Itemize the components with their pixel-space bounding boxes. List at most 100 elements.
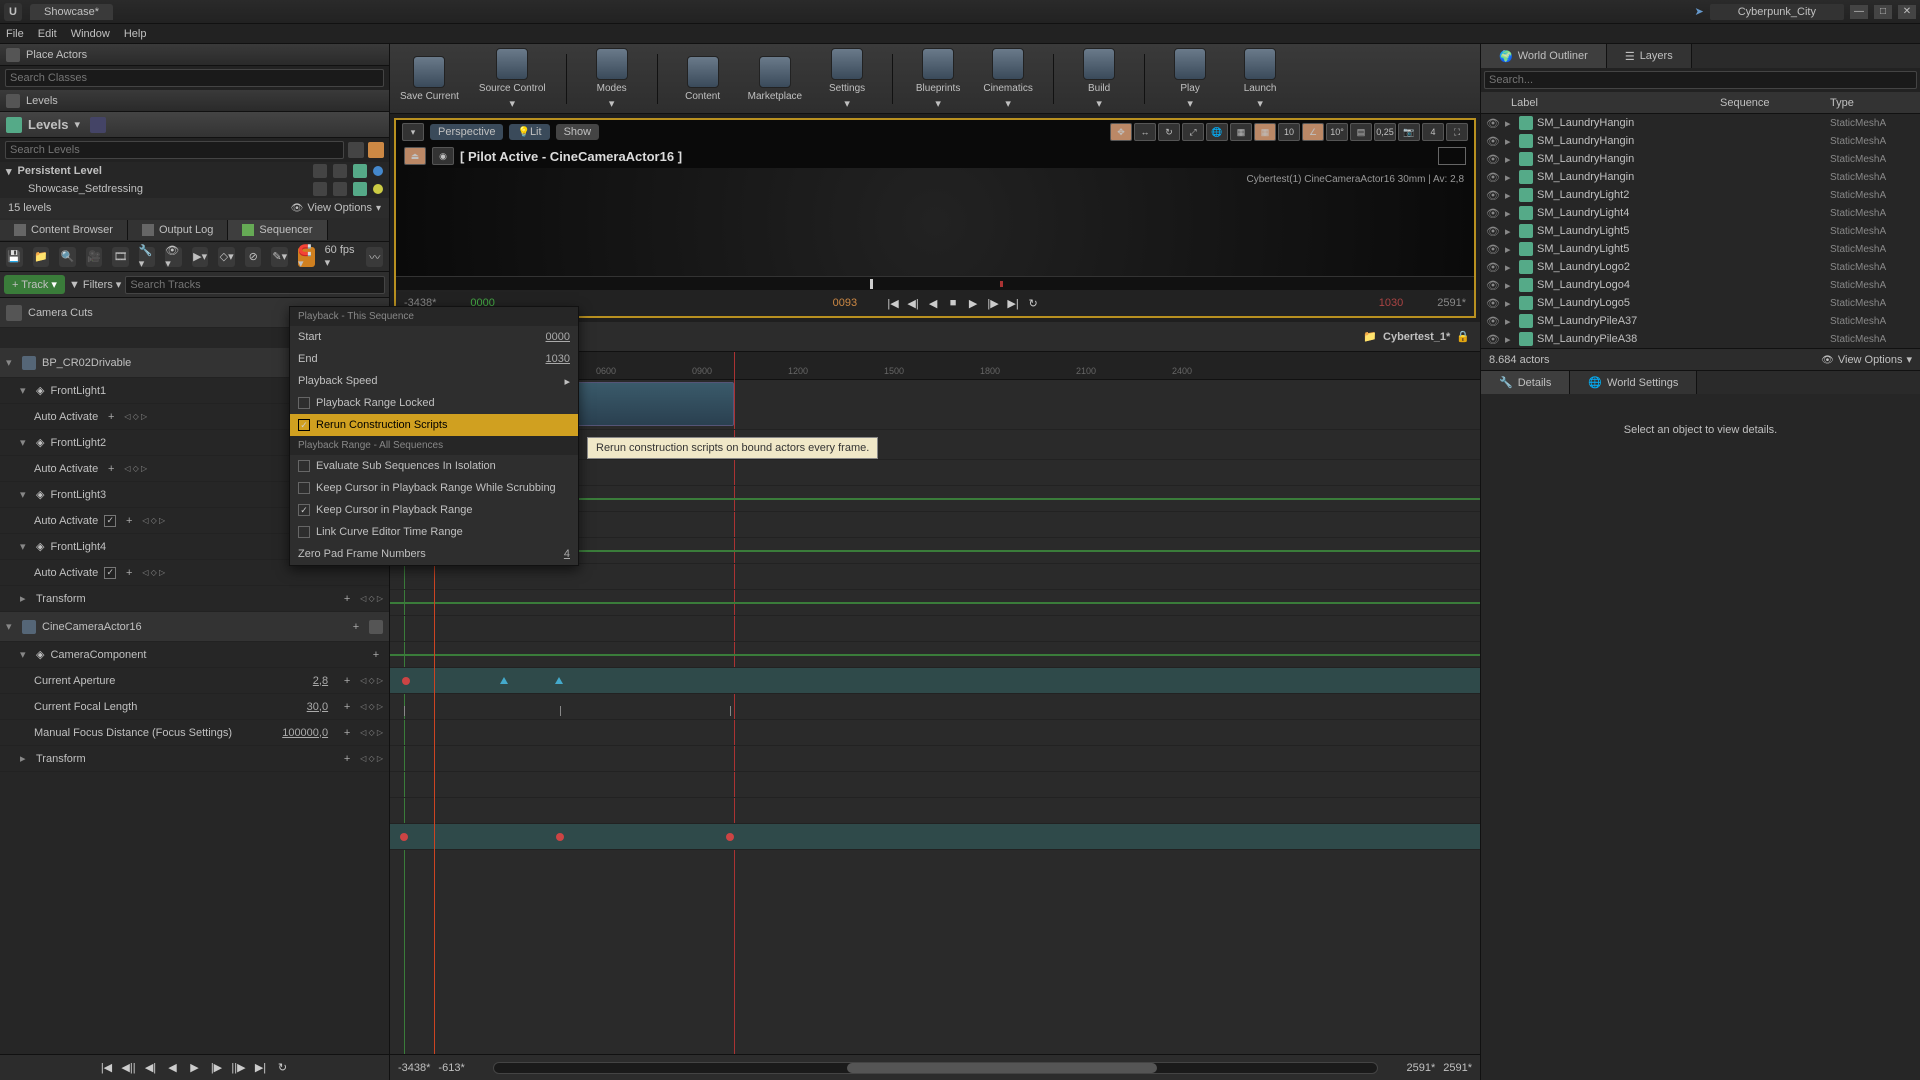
tb-sourcecontrol[interactable]: Source Control ▾ [479, 48, 546, 110]
outliner-row[interactable]: 👁▸SM_LaundryLight4StaticMeshA [1481, 204, 1920, 222]
seq-save-icon[interactable]: 💾 [6, 247, 23, 267]
tb-blueprints[interactable]: Blueprints ▾ [913, 48, 963, 110]
timeline-scrollbar[interactable] [493, 1062, 1379, 1074]
visibility-icon[interactable]: 👁 [1481, 261, 1505, 274]
level-edit-icon[interactable] [353, 164, 367, 178]
visibility-icon[interactable]: 👁 [1481, 315, 1505, 328]
outliner-row[interactable]: 👁▸SM_LaundryLight5StaticMeshA [1481, 240, 1920, 258]
seq-file-name[interactable]: Cybertest_1* [1383, 331, 1450, 343]
outliner-row[interactable]: 👁▸SM_LaundryLogo4StaticMeshA [1481, 276, 1920, 294]
search-classes-input[interactable] [5, 69, 384, 87]
vp-goto-start[interactable]: |◀ [885, 296, 901, 310]
seq-search-icon[interactable]: 🔍 [59, 247, 76, 267]
play-button[interactable]: ▶ [186, 1060, 204, 1076]
vp-angle-icon[interactable]: ∠ [1302, 123, 1324, 141]
tab-output-log[interactable]: Output Log [128, 220, 228, 240]
place-actors-header[interactable]: Place Actors [0, 44, 389, 66]
tb-launch[interactable]: Launch ▾ [1235, 48, 1285, 110]
levels-summon-icon[interactable] [90, 117, 106, 133]
level-child[interactable]: Showcase_Setdressing [0, 180, 389, 198]
levels-dropdown-icon[interactable]: ▾ [74, 118, 80, 131]
levels-panel-header[interactable]: Levels [0, 90, 389, 112]
visibility-icon[interactable]: 👁 [1481, 117, 1505, 130]
tl-start[interactable]: -3438* [398, 1062, 430, 1074]
visibility-icon[interactable]: 👁 [1481, 153, 1505, 166]
vp-loop[interactable]: ↻ [1025, 296, 1041, 310]
visibility-icon[interactable]: 👁 [1481, 135, 1505, 148]
vp-pilot-icon[interactable]: ◉ [432, 147, 454, 165]
vp-move-icon[interactable]: ↔ [1134, 123, 1156, 141]
seq-fps[interactable]: 60 fps ▾ [325, 244, 357, 269]
tl-view-start[interactable]: -613* [438, 1062, 464, 1074]
level-game-icon[interactable] [333, 182, 347, 196]
tab-sequencer[interactable]: Sequencer [228, 220, 327, 240]
seq-render-icon[interactable]: 🎞 [112, 247, 129, 267]
dd-end[interactable]: End1030 [290, 348, 578, 370]
dd-keep[interactable]: Keep Cursor in Playback Range [290, 499, 578, 521]
filters-button[interactable]: ▼ Filters ▾ [69, 278, 121, 291]
level-game-icon[interactable] [333, 164, 347, 178]
visibility-icon[interactable]: 👁 [1481, 297, 1505, 310]
tb-play[interactable]: Play ▾ [1165, 48, 1215, 110]
levels-add-icon[interactable] [368, 142, 384, 158]
visibility-icon[interactable]: 👁 [1481, 189, 1505, 202]
seq-snap-icon[interactable]: 🧲▾ [298, 247, 315, 267]
outliner-row[interactable]: 👁▸SM_LaundryLogo5StaticMeshA [1481, 294, 1920, 312]
tl-view-end[interactable]: 2591* [1406, 1062, 1435, 1074]
vp-show[interactable]: Show [556, 124, 600, 140]
seq-key-icon[interactable]: ◇▾ [218, 247, 235, 267]
dd-scrub[interactable]: Keep Cursor in Playback Range While Scru… [290, 477, 578, 499]
outliner-col-sequence[interactable]: Sequence [1720, 97, 1830, 109]
step-fwd-keys-button[interactable]: ||▶ [230, 1060, 248, 1076]
vp-stop[interactable]: ■ [945, 296, 961, 310]
vp-maximize-icon[interactable]: ⛶ [1446, 123, 1468, 141]
dd-link[interactable]: Link Curve Editor Time Range [290, 521, 578, 543]
title-tab[interactable]: Showcase* [30, 4, 113, 20]
outliner-row[interactable]: 👁▸SM_LaundryLight2StaticMeshA [1481, 186, 1920, 204]
level-color-icon[interactable] [373, 166, 383, 176]
search-tracks-input[interactable] [125, 276, 385, 294]
step-back-button[interactable]: ◀| [142, 1060, 160, 1076]
vp-rotate-icon[interactable]: ↻ [1158, 123, 1180, 141]
vp-play[interactable]: ▶ [965, 296, 981, 310]
add-track-button[interactable]: + Track ▾ [4, 275, 65, 294]
seq-edit-icon[interactable]: ✎▾ [271, 247, 288, 267]
levels-search-opt-icon[interactable] [348, 142, 364, 158]
goto-start-button[interactable]: |◀ [98, 1060, 116, 1076]
outliner-view-options[interactable]: View Options▾ [1821, 353, 1912, 366]
vp-menu-icon[interactable]: ▾ [402, 123, 424, 141]
tb-marketplace[interactable]: Marketplace [748, 56, 802, 102]
vp-select-icon[interactable]: ✥ [1110, 123, 1132, 141]
visibility-icon[interactable]: 👁 [1481, 207, 1505, 220]
vp-camera-speed[interactable]: 4 [1422, 123, 1444, 141]
seq-camera-icon[interactable]: 🎥 [86, 247, 103, 267]
step-back-keys-button[interactable]: ◀|| [120, 1060, 138, 1076]
seq-curve-icon[interactable]: 〰 [366, 247, 383, 267]
outliner-row[interactable]: 👁▸SM_LaundryLight5StaticMeshA [1481, 222, 1920, 240]
menu-file[interactable]: File [6, 28, 24, 40]
level-edit-icon[interactable] [353, 182, 367, 196]
level-persistent[interactable]: ▾Persistent Level [0, 162, 389, 180]
visibility-icon[interactable]: 👁 [1481, 171, 1505, 184]
outliner-row[interactable]: 👁▸SM_LaundryHanginStaticMeshA [1481, 132, 1920, 150]
visibility-icon[interactable]: 👁 [1481, 333, 1505, 346]
tab-world-settings[interactable]: 🌐World Settings [1570, 371, 1697, 394]
level-eye-icon[interactable] [313, 164, 327, 178]
maximize-button[interactable]: □ [1874, 5, 1892, 19]
vp-goto-end[interactable]: ▶| [1005, 296, 1021, 310]
tb-content[interactable]: Content [678, 56, 728, 102]
vp-globe-icon[interactable]: 🌐 [1206, 123, 1228, 141]
camera-pilot-icon[interactable] [369, 620, 383, 634]
tab-content-browser[interactable]: Content Browser [0, 220, 128, 240]
outliner-row[interactable]: 👁▸SM_LaundryPileA38StaticMeshA [1481, 330, 1920, 348]
level-color-icon[interactable] [373, 184, 383, 194]
seq-breadcrumb-icon[interactable]: 📁 [1363, 330, 1377, 343]
visibility-icon[interactable]: 👁 [1481, 225, 1505, 238]
dd-speed[interactable]: Playback Speed▸ [290, 370, 578, 392]
vp-scale-snap-icon[interactable]: ▤ [1350, 123, 1372, 141]
loop-button[interactable]: ↻ [274, 1060, 292, 1076]
tb-modes[interactable]: Modes ▾ [587, 48, 637, 110]
track-aperture[interactable]: Current Aperture2,8+◁ ◇ ▷ [0, 668, 389, 694]
close-button[interactable]: ✕ [1898, 5, 1916, 19]
seq-wrench-icon[interactable]: 🔧▾ [139, 247, 156, 267]
